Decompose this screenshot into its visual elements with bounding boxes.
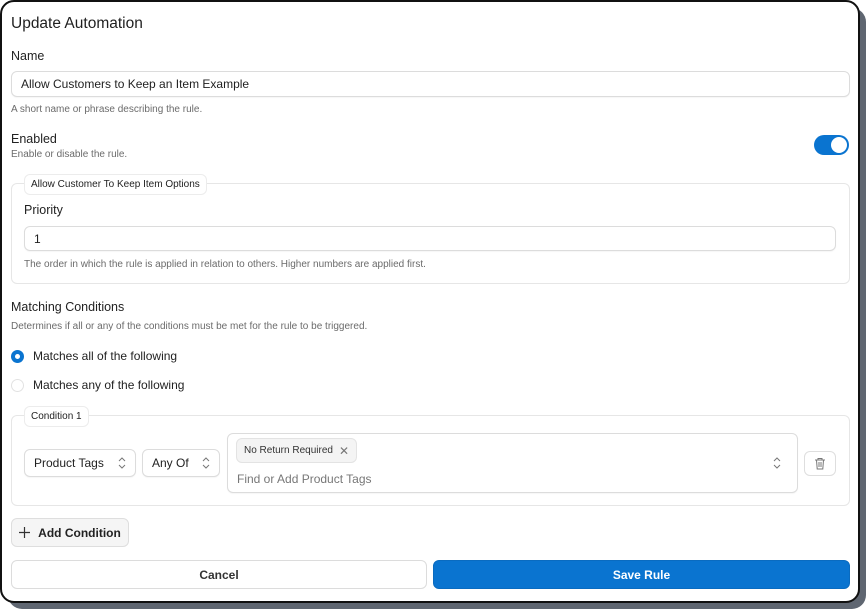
dialog-title: Update Automation [11, 15, 143, 32]
add-condition-label: Add Condition [38, 525, 121, 540]
condition-field-value: Product Tags [34, 456, 104, 470]
radio-all-label: Matches all of the following [33, 349, 178, 363]
matching-conditions-help: Determines if all or any of the conditio… [11, 321, 368, 332]
name-help-text: A short name or phrase describing the ru… [11, 104, 203, 115]
add-condition-button[interactable]: Add Condition [11, 518, 129, 547]
delete-condition-button[interactable] [804, 451, 836, 476]
toggle-knob [831, 137, 847, 153]
remove-tag-icon[interactable]: ✕ [339, 444, 349, 458]
tags-search-placeholder[interactable]: Find or Add Product Tags [237, 472, 372, 486]
save-rule-button[interactable]: Save Rule [433, 560, 850, 589]
condition-operator-value: Any Of [152, 456, 189, 470]
product-tags-combobox[interactable]: No Return Required ✕ Find or Add Product… [227, 433, 798, 493]
priority-help-text: The order in which the rule is applied i… [24, 259, 426, 270]
enabled-label: Enabled [11, 132, 57, 146]
update-automation-dialog: Update Automation Name Allow Customers t… [0, 0, 860, 603]
radio-option-all[interactable]: Matches all of the following [11, 349, 177, 363]
trash-icon [815, 458, 825, 470]
condition-legend: Condition 1 [24, 406, 89, 427]
matching-conditions-title: Matching Conditions [11, 300, 125, 314]
priority-input-value: 1 [34, 231, 41, 246]
cancel-button[interactable]: Cancel [11, 560, 427, 589]
priority-input[interactable]: 1 [24, 226, 836, 251]
enabled-help-text: Enable or disable the rule. [11, 149, 128, 160]
condition-operator-select[interactable]: Any Of [142, 449, 220, 477]
options-legend: Allow Customer To Keep Item Options [24, 174, 207, 195]
radio-any-label: Matches any of the following [33, 378, 185, 392]
chevron-updown-icon [773, 457, 781, 469]
radio-option-any[interactable]: Matches any of the following [11, 378, 184, 392]
tag-chip-label: No Return Required [244, 445, 333, 456]
plus-icon [19, 527, 31, 538]
condition-field-select[interactable]: Product Tags [24, 449, 136, 477]
name-input[interactable]: Allow Customers to Keep an Item Example [11, 71, 850, 97]
tag-chip: No Return Required ✕ [236, 438, 357, 463]
radio-any-icon[interactable] [11, 378, 24, 392]
name-input-value: Allow Customers to Keep an Item Example [21, 77, 250, 91]
radio-all-icon[interactable] [11, 349, 24, 363]
name-label: Name [11, 49, 45, 63]
priority-label: Priority [24, 203, 63, 217]
enabled-toggle[interactable] [814, 135, 849, 155]
chevron-updown-icon [202, 457, 210, 469]
chevron-updown-icon [118, 457, 126, 469]
